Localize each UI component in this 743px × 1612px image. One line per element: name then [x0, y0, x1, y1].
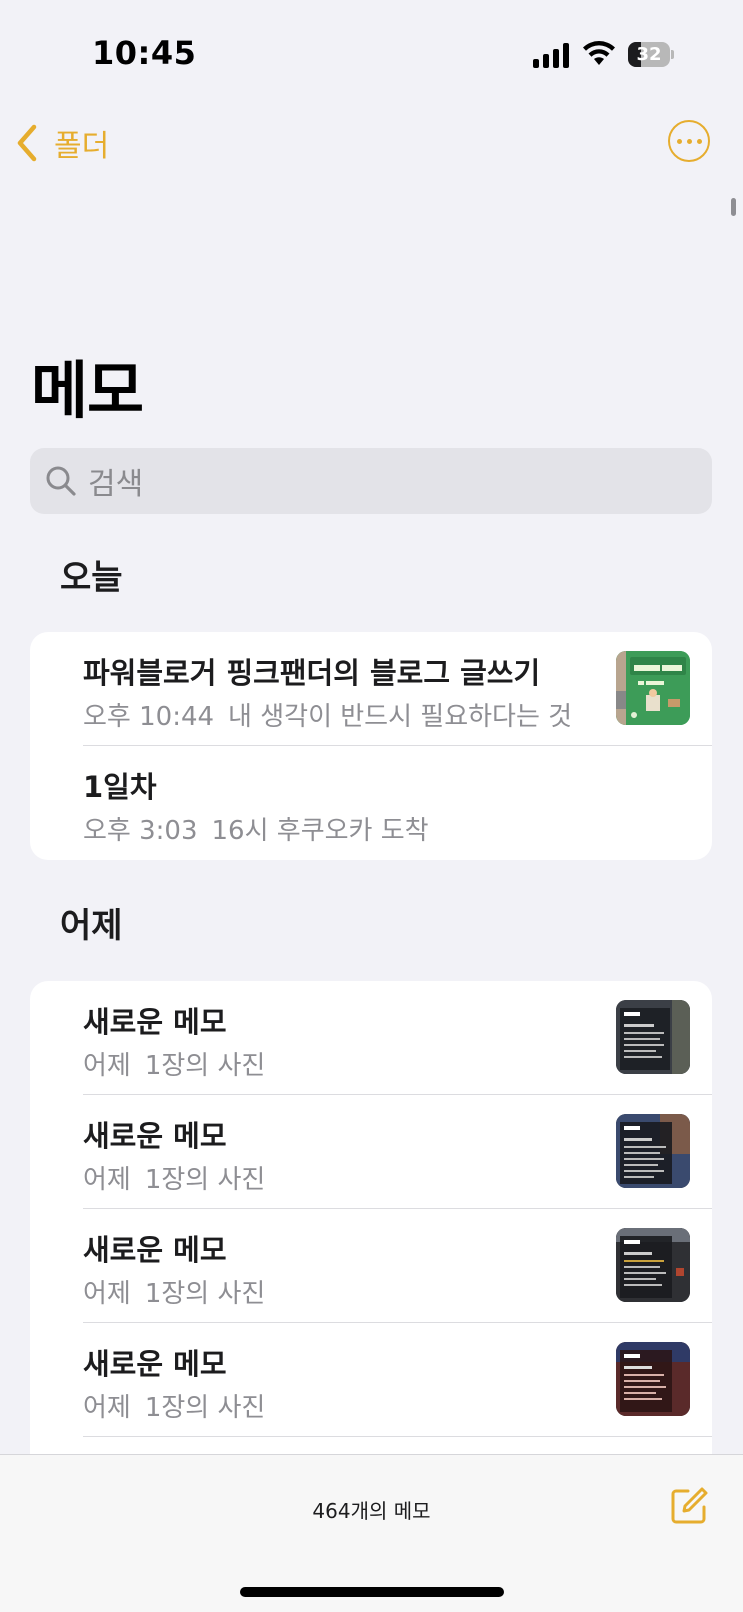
- note-subtitle: 오후 3:03 16시 후쿠오카 도착: [83, 810, 429, 847]
- note-subtitle: 어제 1장의 사진: [83, 1159, 265, 1196]
- note-preview: 1장의 사진: [144, 1165, 266, 1195]
- note-subtitle: 어제 1장의 사진: [83, 1045, 265, 1082]
- battery-icon: 32: [628, 42, 674, 67]
- note-subtitle: 오후 10:44 내 생각이 반드시 필요하다는 것: [83, 696, 572, 733]
- note-time: 어제: [83, 1165, 131, 1195]
- note-time: 오후 3:03: [83, 816, 198, 846]
- more-options-button[interactable]: [668, 120, 710, 162]
- note-row[interactable]: 파워블로거 핑크팬더의 블로그 글쓰기 오후 10:44 내 생각이 반드시 필요…: [30, 632, 712, 746]
- note-preview: 1장의 사진: [144, 1279, 266, 1309]
- note-title: 새로운 메모: [83, 1119, 227, 1153]
- wifi-icon: [583, 41, 615, 65]
- note-subtitle: 어제 1장의 사진: [83, 1273, 265, 1310]
- status-bar: 10:45 32: [0, 0, 743, 110]
- search-field[interactable]: 검색: [30, 448, 712, 514]
- note-time: 어제: [83, 1393, 131, 1423]
- note-row[interactable]: 새로운 메모 어제 1장의 사진: [30, 981, 712, 1095]
- note-thumbnail: [616, 651, 690, 725]
- note-preview: 1장의 사진: [144, 1051, 266, 1081]
- page-title: 메모: [31, 354, 144, 427]
- note-preview: 내 생각이 반드시 필요하다는 것: [228, 702, 573, 732]
- note-row[interactable]: 새로운 메모 어제 1장의 사진: [30, 1209, 712, 1323]
- note-time: 오후 10:44: [83, 702, 215, 732]
- chevron-left-icon: [17, 124, 37, 162]
- note-thumbnail: [616, 1000, 690, 1074]
- note-row[interactable]: 1일차 오후 3:03 16시 후쿠오카 도착: [30, 746, 712, 860]
- search-icon: [46, 466, 76, 496]
- note-title: 파워블로거 핑크팬더의 블로그 글쓰기: [83, 656, 541, 690]
- note-title: 1일차: [83, 770, 157, 804]
- section-title-yesterday: 어제: [60, 906, 123, 946]
- bottom-toolbar: 464개의 메모: [0, 1454, 743, 1612]
- compose-icon[interactable]: [668, 1485, 710, 1527]
- note-thumbnail: [616, 1114, 690, 1188]
- cellular-signal-icon: [533, 42, 571, 68]
- note-title: 새로운 메모: [83, 1347, 227, 1381]
- note-preview: 1장의 사진: [144, 1393, 266, 1423]
- note-subtitle: 어제 1장의 사진: [83, 1387, 265, 1424]
- note-time: 어제: [83, 1279, 131, 1309]
- note-row[interactable]: 새로운 메모 어제 1장의 사진: [30, 1323, 712, 1437]
- note-title: 새로운 메모: [83, 1233, 227, 1267]
- home-indicator: [240, 1587, 504, 1597]
- note-title: 새로운 메모: [83, 1005, 227, 1039]
- back-button-label: 폴더: [54, 129, 110, 164]
- notes-group-today: 파워블로거 핑크팬더의 블로그 글쓰기 오후 10:44 내 생각이 반드시 필요…: [30, 632, 712, 860]
- note-count: 464개의 메모: [312, 1499, 431, 1523]
- note-time: 어제: [83, 1051, 131, 1081]
- search-placeholder: 검색: [88, 467, 144, 502]
- battery-level: 32: [636, 44, 662, 65]
- note-thumbnail: [616, 1228, 690, 1302]
- note-preview: 16시 후쿠오카 도착: [211, 816, 429, 846]
- status-time: 10:45: [92, 34, 197, 72]
- back-button[interactable]: 폴더: [14, 118, 109, 168]
- note-row[interactable]: 새로운 메모 어제 1장의 사진: [30, 1095, 712, 1209]
- scroll-indicator: [731, 198, 736, 216]
- section-title-today: 오늘: [60, 558, 123, 598]
- note-thumbnail: [616, 1342, 690, 1416]
- ellipsis-circle-icon: [676, 138, 682, 144]
- notes-group-yesterday: 새로운 메모 어제 1장의 사진 새로운 메모 어제 1장의 사진 새로운 메모…: [30, 981, 712, 1481]
